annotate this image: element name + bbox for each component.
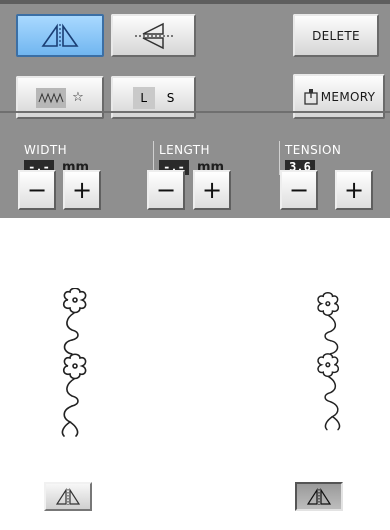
width-plus-button[interactable]: + <box>63 170 101 210</box>
tension-minus-button[interactable]: − <box>280 170 318 210</box>
width-label: WIDTH <box>24 143 67 157</box>
stitch-preview-mirrored <box>317 292 341 431</box>
delete-button[interactable]: DELETE <box>293 14 379 57</box>
delete-label: DELETE <box>312 28 360 43</box>
panel-top-border <box>0 0 390 4</box>
mirror-key-pressed-icon <box>306 487 332 505</box>
size-small-label: S <box>166 90 175 105</box>
memory-icon <box>304 88 318 105</box>
tension-label: TENSION <box>285 143 342 157</box>
mirror-vertical-button[interactable] <box>111 14 196 57</box>
tension-plus-button[interactable]: + <box>335 170 373 210</box>
mirror-key-icon <box>55 487 81 505</box>
stitch-preview-original <box>61 288 87 437</box>
mirror-horizontal-button[interactable] <box>16 14 104 57</box>
panel-divider <box>0 111 390 113</box>
memory-label: MEMORY <box>320 89 376 104</box>
length-minus-button[interactable]: − <box>147 170 185 210</box>
length-plus-button[interactable]: + <box>193 170 231 210</box>
stitch-pattern-icon <box>36 87 67 108</box>
mirror-horizontal-icon <box>41 22 79 48</box>
mirror-key-pressed-button[interactable] <box>295 482 343 511</box>
size-large-label: L <box>132 86 155 109</box>
length-label: LENGTH <box>159 143 210 157</box>
width-minus-button[interactable]: − <box>18 170 56 210</box>
mirror-vertical-icon <box>134 22 173 49</box>
star-icon: ☆ <box>72 90 84 105</box>
mirror-key-button[interactable] <box>44 482 92 511</box>
control-panel: DELETE ☆ L S MEMORY WIDTH -.- mm LENGTH … <box>0 0 390 218</box>
